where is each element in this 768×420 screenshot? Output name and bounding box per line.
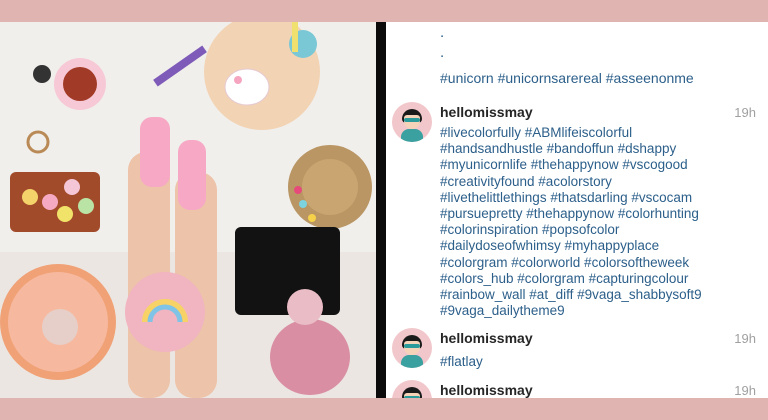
hashtag-line[interactable]: #flatlay <box>440 354 740 370</box>
hashtag-line[interactable]: #creativityfound #acolorstory <box>440 174 740 190</box>
hashtag-line[interactable]: #colorinspiration #popsofcolor <box>440 222 740 238</box>
hashtag-line[interactable]: #pursuepretty #thehappynow #colorhunting <box>440 206 740 222</box>
screenshot-frame: . . #unicorn #unicornsarereal #asseenonm… <box>0 22 768 398</box>
user-avatar[interactable] <box>392 102 432 142</box>
caption-hashtags[interactable]: #unicorn #unicornsarereal #asseenonme <box>440 70 694 86</box>
comment-hashtags[interactable]: #flatlay <box>440 354 740 370</box>
comment-timestamp: 19h <box>734 331 756 346</box>
hashtag-line[interactable]: #rainbow_wall #at_diff #9vaga_shabbysoft… <box>440 287 740 303</box>
comment-username[interactable]: hellomissmay <box>440 382 533 398</box>
hashtag-line[interactable]: #handsandhustle #bandoffun #dshappy <box>440 141 740 157</box>
hashtag-line[interactable]: #9vaga_dailytheme9 <box>440 303 740 319</box>
user-avatar[interactable] <box>392 380 432 398</box>
panel-divider <box>376 22 386 398</box>
hashtag-line[interactable]: #livethelittlethings #thatsdarling #vsco… <box>440 190 740 206</box>
caption-dot: . <box>440 24 445 41</box>
comment-timestamp: 19h <box>734 105 756 120</box>
hashtag-line[interactable]: #dailydoseofwhimsy #myhappyplace <box>440 238 740 254</box>
hashtag-line[interactable]: #colors_hub #colorgram #capturingcolour <box>440 271 740 287</box>
comment-username[interactable]: hellomissmay <box>440 330 533 346</box>
flatlay-photo-art <box>0 22 376 398</box>
caption-dot: . <box>440 44 445 61</box>
comment-timestamp: 19h <box>734 383 756 398</box>
comment-feed[interactable]: . . #unicorn #unicornsarereal #asseenonm… <box>386 22 768 398</box>
flatlay-photo <box>0 22 376 398</box>
user-avatar[interactable] <box>392 328 432 368</box>
comment-hashtags[interactable]: #livecolorfully #ABMlifeiscolorful #hand… <box>440 125 740 319</box>
hashtag-line[interactable]: #livecolorfully #ABMlifeiscolorful <box>440 125 740 141</box>
hashtag-line[interactable]: #myunicornlife #thehappynow #vscogood <box>440 157 740 173</box>
comment-username[interactable]: hellomissmay <box>440 104 533 120</box>
hashtag-line[interactable]: #colorgram #colorworld #colorsoftheweek <box>440 255 740 271</box>
